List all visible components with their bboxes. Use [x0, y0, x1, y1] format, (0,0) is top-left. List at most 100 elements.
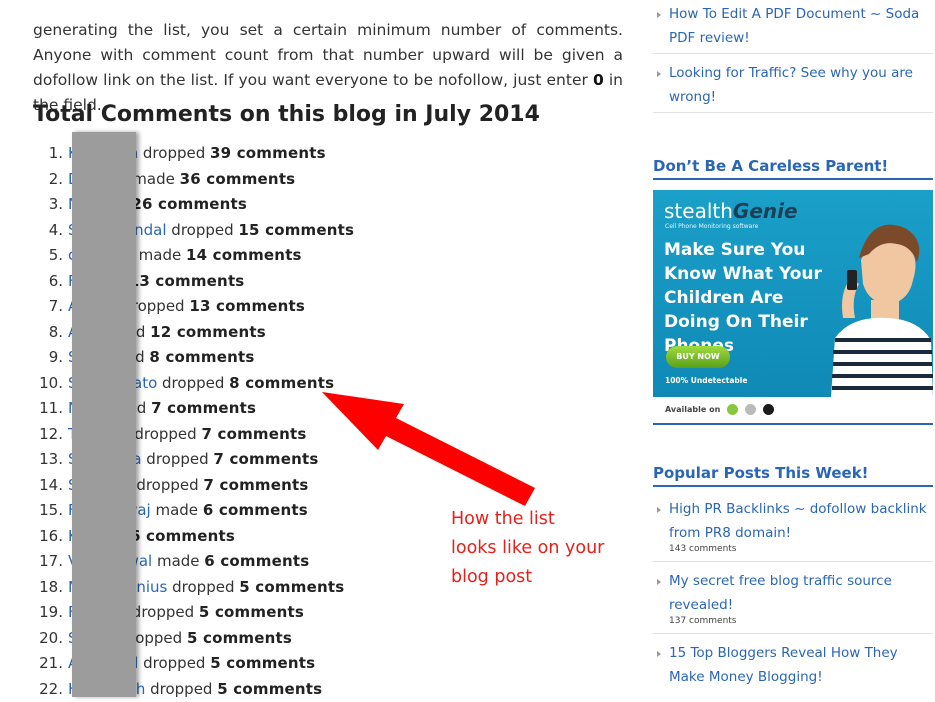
annotation-line: How the list [451, 505, 631, 534]
list-number: 21. [33, 651, 63, 677]
section-title: Total Comments on this blog in July 2014 [33, 102, 540, 127]
comment-verb: dropped [127, 603, 199, 621]
comment-verb: dropped [167, 578, 239, 596]
comment-verb: dropped [157, 374, 229, 392]
list-number: 22. [33, 677, 63, 702]
comment-verb: dropped [145, 680, 217, 698]
list-number: 11. [33, 396, 63, 422]
comment-count: 39 comments [210, 144, 326, 162]
android-icon [727, 404, 738, 415]
comment-count: 7 comments [203, 476, 308, 494]
comment-verb: made [152, 552, 204, 570]
recent-post-link[interactable]: Looking for Traffic? See why you are wro… [669, 65, 913, 105]
list-number: 3. [33, 192, 63, 218]
ad-logo: stealthGenie [664, 199, 798, 223]
popular-post-link[interactable]: 15 Top Bloggers Reveal How They Make Mon… [669, 645, 898, 685]
list-number: 9. [33, 345, 63, 371]
boy-on-phone-image [821, 200, 933, 397]
blackberry-icon [763, 404, 774, 415]
bullet-arrow-icon [657, 651, 661, 657]
ad-headline: Make Sure You Know What Your Children Ar… [664, 238, 829, 358]
list-number: 16. [33, 524, 63, 550]
intro-bold-value: 0 [593, 71, 604, 89]
popular-post-link[interactable]: My secret free blog traffic source revea… [669, 573, 892, 613]
bullet-arrow-icon [657, 507, 661, 513]
list-number: 12. [33, 422, 63, 448]
comment-count: 14 comments [186, 246, 302, 264]
list-number: 20. [33, 626, 63, 652]
comment-count: 6 comments [130, 527, 235, 545]
list-number: 13. [33, 447, 63, 473]
comment-count: 137 comments [669, 615, 933, 627]
comment-count: 13 comments [129, 272, 245, 290]
list-number: 7. [33, 294, 63, 320]
redaction-bar [72, 132, 136, 697]
red-arrow-icon [300, 380, 540, 510]
recent-post-item: How To Edit A PDF Document ~ Soda PDF re… [653, 3, 933, 54]
list-number: 14. [33, 473, 63, 499]
comment-verb: dropped [138, 144, 210, 162]
comment-count: 36 comments [180, 170, 296, 188]
list-number: 4. [33, 218, 63, 244]
list-number: 8. [33, 320, 63, 346]
ad-available-label: Available on [665, 405, 720, 414]
comment-verb: dropped [130, 425, 202, 443]
recent-post-link[interactable]: How To Edit A PDF Document ~ Soda PDF re… [669, 6, 919, 46]
annotation-line: blog post [451, 563, 631, 592]
ad-widget-divider [653, 423, 933, 425]
popular-post-item: High PR Backlinks ~ dofollow backlink fr… [653, 498, 933, 562]
annotation-note: How the list looks like on your blog pos… [451, 505, 631, 592]
ad-footer: Available on [653, 397, 933, 423]
comment-verb: dropped [132, 476, 204, 494]
comment-count: 5 comments [217, 680, 322, 698]
comment-verb: dropped [167, 221, 239, 239]
comment-count: 12 comments [150, 323, 266, 341]
comment-count: 7 comments [201, 425, 306, 443]
comment-count: 15 comments [238, 221, 354, 239]
popular-post-item: My secret free blog traffic source revea… [653, 562, 933, 634]
comment-verb: dropped [138, 654, 210, 672]
list-number: 18. [33, 575, 63, 601]
list-number: 17. [33, 549, 63, 575]
main-content: generating the list, you set a certain m… [0, 0, 640, 697]
comment-count: 26 comments [131, 195, 247, 213]
comment-count: 6 comments [203, 501, 308, 519]
annotation-line: looks like on your [451, 534, 631, 563]
comment-count: 5 comments [187, 629, 292, 647]
comment-verb: made [151, 501, 203, 519]
bullet-arrow-icon [657, 71, 661, 77]
comment-verb: made [134, 246, 186, 264]
intro-text: generating the list, you set a certain m… [33, 21, 623, 89]
bullet-arrow-icon [657, 579, 661, 585]
comment-count: 13 comments [189, 297, 305, 315]
recent-post-item: Looking for Traffic? See why you are wro… [653, 54, 933, 113]
comment-count: 5 comments [210, 654, 315, 672]
ad-logo-subtitle: Cell Phone Monitoring software [665, 223, 758, 230]
comment-verb: dropped [142, 450, 214, 468]
list-number: 1. [33, 141, 63, 167]
bullet-arrow-icon [657, 12, 661, 18]
ad-tagline: 100% Undetectable [665, 376, 747, 385]
popular-posts-list: High PR Backlinks ~ dofollow backlink fr… [653, 498, 933, 689]
apple-icon [745, 404, 756, 415]
ad-widget-title: Don’t Be A Careless Parent! [653, 157, 933, 180]
list-number: 19. [33, 600, 63, 626]
list-number: 6. [33, 269, 63, 295]
recent-posts-list: How To Edit A PDF Document ~ Soda PDF re… [653, 3, 933, 113]
popular-widget-title: Popular Posts This Week! [653, 464, 933, 487]
popular-post-item: 15 Top Bloggers Reveal How They Make Mon… [653, 634, 933, 689]
stealthgenie-ad-banner[interactable]: stealthGenie Cell Phone Monitoring softw… [653, 190, 933, 423]
sidebar: How To Edit A PDF Document ~ Soda PDF re… [653, 0, 933, 697]
comment-count: 143 comments [669, 543, 933, 555]
comment-count: 5 comments [199, 603, 304, 621]
popular-post-link[interactable]: High PR Backlinks ~ dofollow backlink fr… [669, 501, 927, 541]
list-number: 15. [33, 498, 63, 524]
list-number: 2. [33, 167, 63, 193]
comment-count: 5 comments [239, 578, 344, 596]
comment-count: 7 comments [151, 399, 256, 417]
list-number: 5. [33, 243, 63, 269]
ad-buy-now-button[interactable]: BUY NOW [666, 346, 730, 368]
comment-count: 8 comments [149, 348, 254, 366]
comment-count: 6 comments [204, 552, 309, 570]
list-number: 10. [33, 371, 63, 397]
